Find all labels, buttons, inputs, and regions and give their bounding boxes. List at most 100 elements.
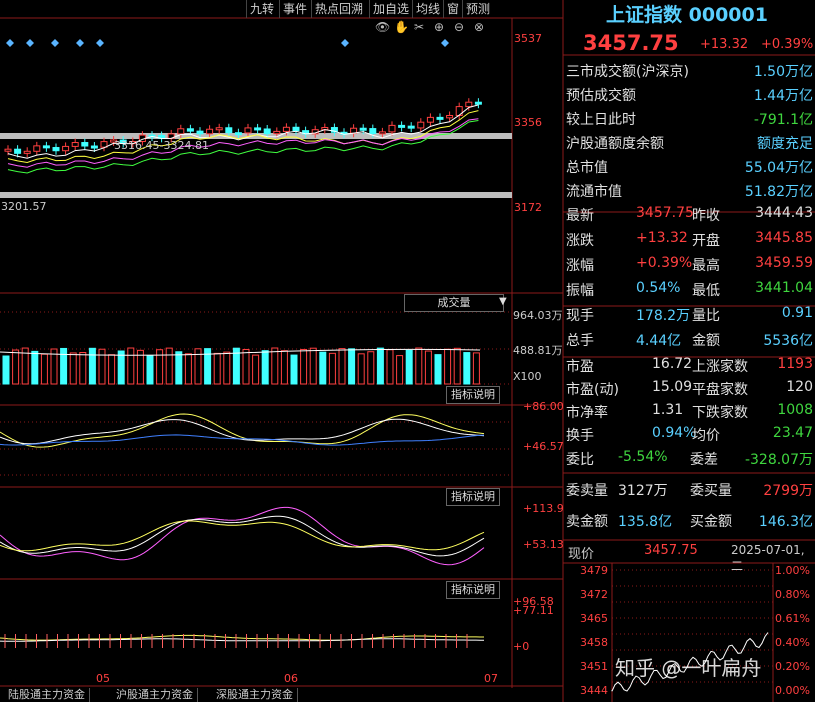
bottom-tab-2[interactable]: 深股通主力资金 (212, 688, 298, 702)
volume-bar-45 (434, 354, 442, 385)
candle-6 (62, 145, 70, 152)
toolbar-1-button[interactable]: 事件 (279, 0, 310, 18)
summary-row-5: 流通市值 51.82万亿 (566, 179, 815, 202)
intraday-y-label-0: 3479 (580, 564, 608, 577)
intraday-y-label-5: 3444 (580, 684, 608, 697)
toolbar-2-button[interactable]: 热点回溯 (311, 0, 366, 18)
indicator3-help-button[interactable]: 指标说明 (446, 581, 500, 599)
volume-bar-44 (424, 350, 432, 385)
toolbar-3-button[interactable]: 加自选 (369, 0, 412, 18)
volume-bar-32 (309, 347, 317, 385)
candle-4 (42, 145, 50, 149)
indicator1-help-button[interactable]: 指标说明 (446, 386, 500, 404)
summary-row-5-part-1: 51.82万亿 (744, 184, 813, 200)
ind2-line-white (0, 515, 485, 557)
intraday-pct-label-0: 1.00% (775, 564, 810, 577)
quote-row-4-part-1: 178.2万 (636, 308, 691, 324)
zoom-out-icon[interactable]: ⊖ (454, 20, 464, 34)
volume-bar-15 (146, 355, 154, 385)
quote-row-3-part-3: 3441.04 (755, 280, 813, 296)
candle-22 (215, 127, 223, 131)
volume-bar-12 (117, 350, 125, 385)
quote-row-4-part-2: 量比 (692, 308, 720, 324)
candle-46 (446, 115, 454, 119)
stats-row-2-part-0: 市净率 (566, 405, 608, 421)
event-marker-0 (6, 39, 14, 47)
close-icon[interactable]: ⊗ (474, 20, 484, 34)
volume-bar-28 (271, 347, 279, 385)
summary-row-0-part-0: 三市成交额(沪深京) (566, 64, 689, 80)
orders-row-2-part-2: 买金额 (690, 514, 732, 530)
x-axis-label-1: 06 (284, 672, 298, 685)
volume-bar-38 (367, 351, 375, 385)
quote-row-0: 最新 3457.75 昨收 3444.43 (566, 203, 815, 226)
bottom-tab-1[interactable]: 沪股通主力资金 (112, 688, 198, 702)
volume-bar-40 (386, 349, 394, 385)
volume-dropdown-icon[interactable]: ▼ (499, 296, 507, 307)
candle-23 (225, 127, 233, 134)
candle-47 (455, 106, 463, 117)
volume-bar-33 (319, 351, 327, 385)
quote-row-3-part-0: 振幅 (566, 283, 594, 299)
quote-row-2: 涨幅 +0.39% 最高 3459.59 (566, 253, 815, 276)
toolbar-6-button[interactable]: 预测 (462, 0, 493, 18)
event-marker-6 (441, 39, 449, 47)
quote-row-2-part-0: 涨幅 (566, 258, 594, 274)
ind2-line-magenta (0, 506, 485, 566)
x-axis-label-2: 07 (484, 672, 498, 685)
volume-bar-42 (405, 349, 413, 385)
candle-26 (254, 127, 262, 131)
ind2-line-yellow (0, 520, 485, 552)
event-marker-3 (76, 39, 84, 47)
candle-39 (378, 131, 386, 135)
candle-43 (417, 121, 425, 129)
toolbar-4-button[interactable]: 均线 (412, 0, 443, 18)
ind2-bottom-label: +53.13 (523, 538, 564, 551)
candle-38 (369, 128, 377, 134)
volume-bar-22 (213, 352, 221, 385)
intraday-y-label-3: 3458 (580, 636, 608, 649)
indicator2-help-button[interactable]: 指标说明 (446, 488, 500, 506)
ind3-mid-label: +77.11 (513, 604, 554, 617)
bottom-tab-0[interactable]: 陆股通主力资金 (4, 688, 90, 702)
candle-42 (407, 125, 415, 129)
scissors-icon[interactable]: ✂ (414, 20, 424, 34)
x-axis-label-0: 05 (96, 672, 110, 685)
toolbar-0-button[interactable]: 九转 (246, 0, 277, 18)
stats-row-3: 换手 0.94% 均价 23.47 (566, 423, 815, 446)
zoom-in-icon[interactable]: ⊕ (434, 20, 444, 34)
volume-bar-23 (223, 351, 231, 385)
volume-bar-37 (357, 353, 365, 385)
stats-row-3-part-1: 0.94% (652, 425, 697, 441)
volume-bar-26 (252, 354, 260, 385)
volume-button[interactable]: 成交量 (404, 294, 504, 312)
stats-row-2: 市净率 1.31 下跌家数 1008 (566, 400, 815, 423)
ind1-line-yellow (0, 413, 485, 448)
orders-row-1-part-2: 委买量 (690, 483, 732, 499)
candle-24 (234, 132, 242, 136)
intraday-pct-label-4: 0.20% (775, 660, 810, 673)
volume-bar-13 (127, 347, 135, 385)
hand-icon[interactable]: ✋ (394, 20, 409, 34)
orders-row-2-part-3: 146.3亿 (758, 514, 813, 530)
quote-row-3-part-2: 最低 (692, 283, 720, 299)
quote-row-0-part-1: 3457.75 (636, 205, 694, 221)
stats-row-0: 市盈 16.72 上涨家数 1193 (566, 354, 815, 377)
stats-row-3-part-3: 23.47 (772, 425, 813, 441)
volume-bar-18 (175, 351, 183, 385)
volume-bar-31 (300, 348, 308, 385)
summary-row-2-part-0: 较上日此时 (566, 112, 636, 128)
volume-bar-41 (396, 355, 404, 385)
intraday-pct-label-3: 0.40% (775, 636, 810, 649)
intraday-pct-label-1: 0.80% (775, 588, 810, 601)
volume-bar-7 (69, 352, 77, 385)
index-price: 3457.75 (583, 31, 679, 55)
volume-bar-4 (40, 353, 48, 385)
summary-row-2: 较上日此时 -791.1亿 (566, 107, 815, 130)
main-y-label-0: 3537 (514, 32, 542, 45)
volume-bar-1 (12, 349, 20, 385)
toolbar-5-button[interactable]: 窗 (443, 0, 462, 18)
eye-icon[interactable]: 👁 (375, 20, 390, 34)
candle-49 (474, 101, 482, 105)
orders-row-1-part-0: 委卖量 (566, 483, 608, 499)
